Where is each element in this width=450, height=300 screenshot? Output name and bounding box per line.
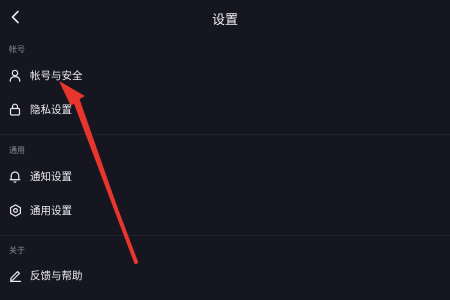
section-label-general: 通用 bbox=[9, 146, 25, 155]
menu-item-privacy[interactable]: 隐私设置 bbox=[0, 96, 450, 124]
menu-item-notifications[interactable]: 通知设置 bbox=[0, 163, 450, 191]
user-icon bbox=[8, 68, 22, 82]
section-divider bbox=[0, 235, 450, 236]
edit-icon bbox=[8, 268, 22, 282]
menu-item-account-security[interactable]: 帐号与安全 bbox=[0, 62, 450, 90]
menu-item-label: 帐号与安全 bbox=[30, 70, 83, 82]
settings-screen: 设置 帐号 帐号与安全 隐私设置 通用 通知设置 通用设置 关于 反馈与帮助 bbox=[0, 0, 450, 300]
menu-item-label: 反馈与帮助 bbox=[30, 270, 83, 282]
page-title: 设置 bbox=[211, 13, 238, 28]
lock-icon bbox=[8, 102, 22, 116]
section-divider bbox=[0, 134, 450, 135]
menu-item-label: 隐私设置 bbox=[30, 104, 72, 116]
menu-item-label: 通知设置 bbox=[30, 171, 72, 183]
annotation-arrow bbox=[59, 81, 138, 264]
header-bar: 设置 bbox=[0, 0, 450, 34]
menu-item-label: 通用设置 bbox=[30, 205, 72, 217]
gear-icon bbox=[8, 203, 22, 217]
section-label-about: 关于 bbox=[9, 246, 25, 255]
bell-icon bbox=[8, 169, 22, 183]
menu-item-feedback-help[interactable]: 反馈与帮助 bbox=[0, 262, 450, 290]
menu-item-general-settings[interactable]: 通用设置 bbox=[0, 197, 450, 225]
section-label-account: 帐号 bbox=[9, 45, 25, 54]
